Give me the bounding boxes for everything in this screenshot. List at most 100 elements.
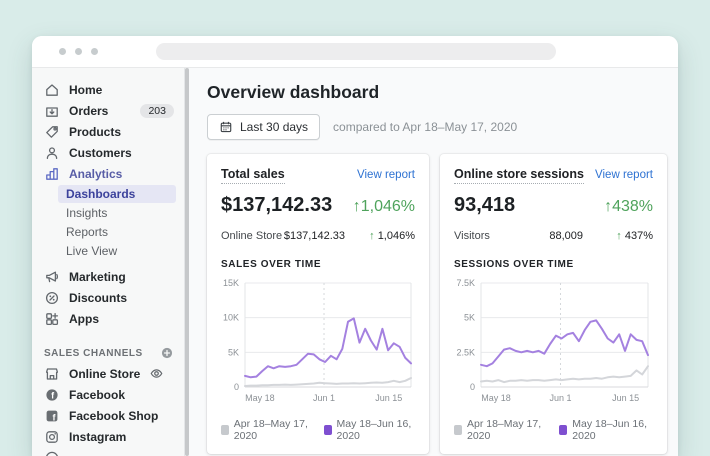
facebook-shop-icon: f [44,408,60,424]
filter-bar: Last 30 days compared to Apr 18–May 17, … [207,114,678,140]
window-control-dot[interactable] [59,48,66,55]
window-control-dot[interactable] [91,48,98,55]
svg-text:Jun 15: Jun 15 [375,393,402,403]
sidebar-item-label: Facebook [69,388,125,402]
sidebar-item-analytics[interactable]: Analytics [32,163,184,184]
card-title[interactable]: Total sales [221,167,285,184]
breakdown-label: Visitors [454,230,516,243]
sidebar-item-discounts[interactable]: Discounts [32,287,184,308]
date-range-label: Last 30 days [240,120,308,134]
up-arrow-icon: ↑ [369,230,378,242]
sidebar-item-label: Customers [69,146,132,160]
home-icon [44,82,60,98]
sidebar-item-label: Products [69,125,121,139]
sales-channel-item-partial[interactable] [32,447,184,456]
sidebar-item-label: Marketing [69,270,126,284]
partial-channel-icon [44,450,60,456]
chart-legend: Apr 18–May 17, 2020 May 18–Jun 16, 2020 [454,418,653,442]
sidebar-item-label: Instagram [69,430,126,444]
svg-text:Jun 15: Jun 15 [612,393,639,403]
breakdown-value: $137,142.33 [283,230,359,243]
address-bar[interactable] [156,43,556,60]
add-channel-icon[interactable] [160,346,174,360]
sales-channel-item-facebook-shop[interactable]: f Facebook Shop [32,405,184,426]
sidebar-item-products[interactable]: Products [32,121,184,142]
legend-swatch [221,425,229,435]
sidebar-subitem-live-view[interactable]: Live View [58,242,176,260]
metric-value: 93,418 [454,194,515,217]
sales-channel-item-facebook[interactable]: f Facebook [32,384,184,405]
date-range-button[interactable]: Last 30 days [207,114,320,140]
browser-window: Home Orders 203 Products [32,36,678,456]
sidebar-subitem-insights[interactable]: Insights [58,204,176,222]
sidebar-item-label: Analytics [69,167,122,181]
window-controls [59,48,98,55]
instagram-icon [44,429,60,445]
calendar-icon [219,120,233,134]
sales-channels-title: SALES CHANNELS [44,348,143,359]
sales-channel-item-online-store[interactable]: Online Store [32,363,184,384]
discount-icon [44,290,60,306]
svg-text:5K: 5K [228,347,239,357]
facebook-icon: f [44,387,60,403]
sidebar-item-label: Online Store [69,367,140,381]
svg-text:Jun 1: Jun 1 [313,393,335,403]
metric-change: ↑438% [604,198,653,216]
chart-legend: Apr 18–May 17, 2020 May 18–Jun 16, 2020 [221,418,415,442]
sessions-over-time-chart: 02.5K5K7.5KMay 18Jun 1Jun 15 [454,277,653,412]
vertical-scrollbar-thumb[interactable] [185,68,189,456]
eye-icon[interactable] [149,366,165,382]
breakdown-change: ↑ 1,046% [359,230,415,243]
legend-item-previous: Apr 18–May 17, 2020 [454,418,547,442]
sidebar-subitem-reports[interactable]: Reports [58,223,176,241]
svg-text:10K: 10K [223,313,239,323]
sidebar-item-orders[interactable]: Orders 203 [32,100,184,121]
sidebar-item-home[interactable]: Home [32,79,184,100]
breakdown-label: Online Store [221,230,283,243]
sales-channel-item-instagram[interactable]: Instagram [32,426,184,447]
svg-text:0: 0 [234,382,239,392]
chart-title: SESSIONS OVER TIME [454,259,653,270]
svg-text:May 18: May 18 [481,393,511,403]
sidebar-item-label: Facebook Shop [69,409,158,423]
compare-period-text: compared to Apr 18–May 17, 2020 [333,120,517,134]
up-arrow-icon: ↑ [616,230,625,242]
svg-text:15K: 15K [223,278,239,288]
megaphone-icon [44,269,60,285]
card-title[interactable]: Online store sessions [454,167,584,184]
page-title: Overview dashboard [207,82,678,103]
window-control-dot[interactable] [75,48,82,55]
orders-count-badge: 203 [140,104,174,118]
view-report-link[interactable]: View report [595,169,653,181]
metric-change: ↑1,046% [353,198,415,216]
breakdown-value: 88,009 [516,230,597,243]
breakdown-row: Visitors 88,009 ↑ 437% [454,230,653,243]
main-content: Overview dashboard Last 30 days compared… [185,68,678,456]
legend-item-previous: Apr 18–May 17, 2020 [221,418,312,442]
metric-value: $137,142.33 [221,194,332,217]
orders-icon [44,103,60,119]
sidebar-item-marketing[interactable]: Marketing [32,266,184,287]
svg-text:May 18: May 18 [245,393,275,403]
metric-cards-row: Total sales View report $137,142.33 ↑1,0… [207,154,678,454]
legend-item-current: May 18–Jun 16, 2020 [324,418,415,442]
svg-text:5K: 5K [464,313,475,323]
svg-text:0: 0 [470,382,475,392]
analytics-icon [44,166,60,182]
sidebar-item-customers[interactable]: Customers [32,142,184,163]
sidebar-item-label: Discounts [69,291,127,305]
breakdown-change: ↑ 437% [597,230,653,243]
sidebar-item-label: Orders [69,104,108,118]
sales-over-time-chart: 0 5K 10K 15K May 18 Jun 1 Jun 15 [221,277,415,412]
sidebar-subitem-dashboards[interactable]: Dashboards [58,185,176,203]
chart-title: SALES OVER TIME [221,259,415,270]
svg-text:2.5K: 2.5K [456,347,475,357]
customers-icon [44,145,60,161]
view-report-link[interactable]: View report [357,169,415,181]
svg-text:7.5K: 7.5K [456,278,475,288]
sidebar-item-apps[interactable]: Apps [32,308,184,329]
app-frame: Home Orders 203 Products [32,68,678,456]
sidebar-item-label: Home [69,83,102,97]
sales-channels-header: SALES CHANNELS [32,343,184,363]
legend-swatch [324,425,332,435]
